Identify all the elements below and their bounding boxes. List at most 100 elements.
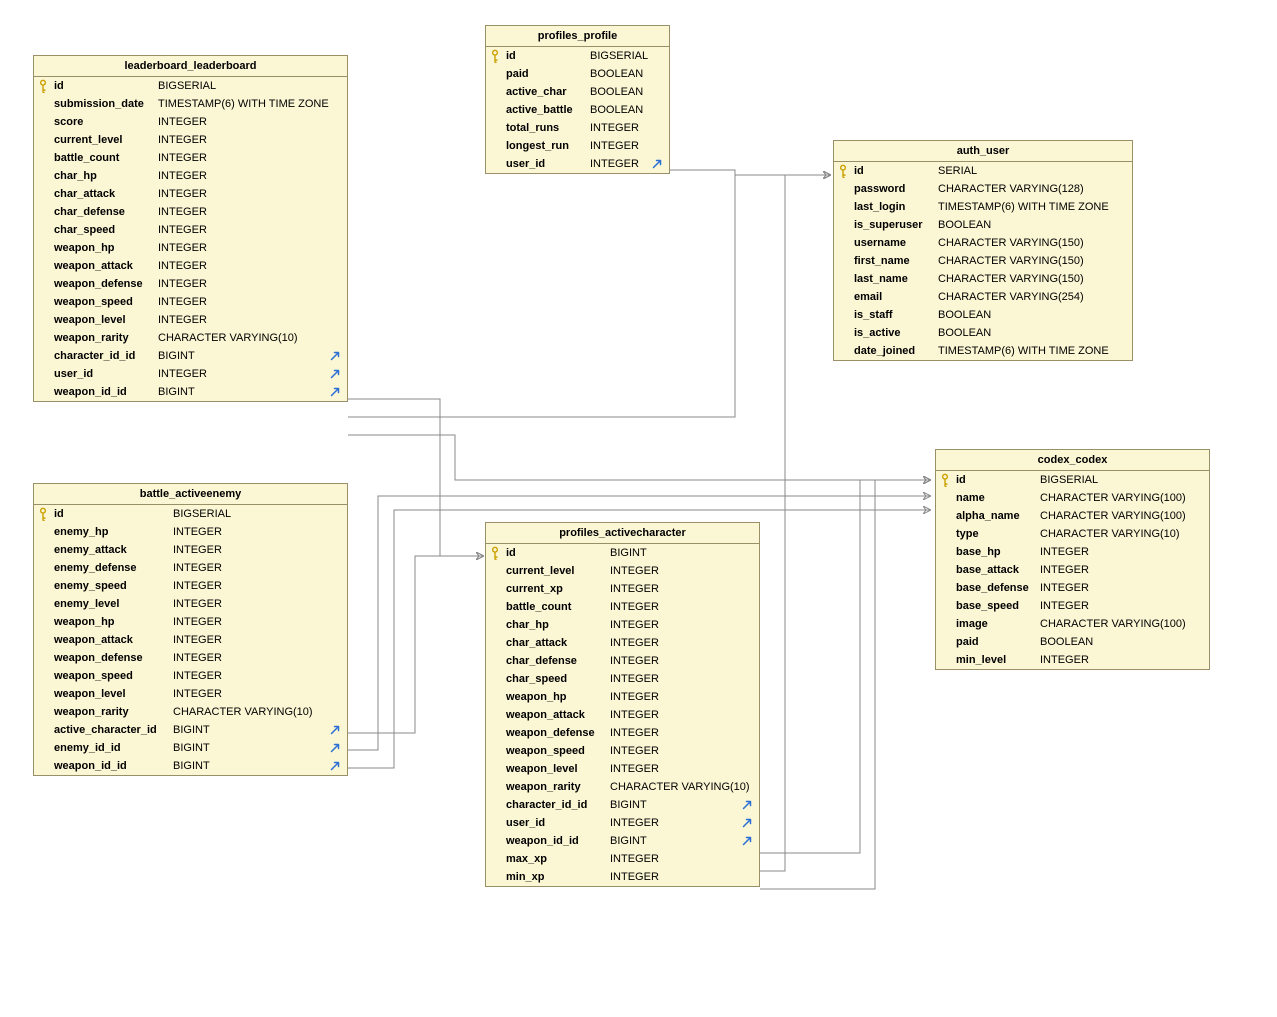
column-type: INTEGER [606,745,659,757]
table-codex_codex[interactable]: codex_codexidBIGSERIALnameCHARACTER VARY… [935,449,1210,670]
column-row[interactable]: enemy_defenseINTEGER [34,559,347,577]
column-row[interactable]: is_superuserBOOLEAN [834,216,1132,234]
column-row[interactable]: idBIGSERIAL [34,77,347,95]
column-row[interactable]: min_levelINTEGER [936,651,1209,669]
column-row[interactable]: weapon_levelINTEGER [34,685,347,703]
column-name: base_hp [954,546,1036,558]
column-row[interactable]: idBIGINT [486,544,759,562]
column-row[interactable]: passwordCHARACTER VARYING(128) [834,180,1132,198]
column-row[interactable]: weapon_attackINTEGER [34,631,347,649]
column-row[interactable]: weapon_defenseINTEGER [34,275,347,293]
column-row[interactable]: longest_runINTEGER [486,137,669,155]
column-row[interactable]: min_xpINTEGER [486,868,759,886]
column-row[interactable]: weapon_id_idBIGINT [34,757,347,775]
column-row[interactable]: active_battleBOOLEAN [486,101,669,119]
column-row[interactable]: char_hpINTEGER [34,167,347,185]
column-row[interactable]: last_nameCHARACTER VARYING(150) [834,270,1132,288]
table-auth_user[interactable]: auth_useridSERIALpasswordCHARACTER VARYI… [833,140,1133,361]
column-type: INTEGER [154,170,207,182]
column-name: weapon_defense [52,652,169,664]
column-row[interactable]: paidBOOLEAN [486,65,669,83]
column-type: BOOLEAN [586,68,643,80]
column-row[interactable]: weapon_attackINTEGER [34,257,347,275]
relationship-line [760,175,830,871]
column-row[interactable]: character_id_idBIGINT [486,796,759,814]
column-row[interactable]: paidBOOLEAN [936,633,1209,651]
column-row[interactable]: weapon_id_idBIGINT [34,383,347,401]
column-row[interactable]: enemy_hpINTEGER [34,523,347,541]
table-leaderboard_leaderboard[interactable]: leaderboard_leaderboardidBIGSERIALsubmis… [33,55,348,402]
column-row[interactable]: char_defenseINTEGER [486,652,759,670]
column-row[interactable]: base_defenseINTEGER [936,579,1209,597]
column-row[interactable]: submission_dateTIMESTAMP(6) WITH TIME ZO… [34,95,347,113]
column-row[interactable]: weapon_speedINTEGER [34,667,347,685]
column-row[interactable]: char_speedINTEGER [486,670,759,688]
column-row[interactable]: weapon_levelINTEGER [486,760,759,778]
column-row[interactable]: imageCHARACTER VARYING(100) [936,615,1209,633]
column-type: BIGINT [606,799,647,811]
column-row[interactable]: weapon_attackINTEGER [486,706,759,724]
column-row[interactable]: idBIGSERIAL [34,505,347,523]
column-row[interactable]: current_levelINTEGER [34,131,347,149]
column-row[interactable]: current_levelINTEGER [486,562,759,580]
column-row[interactable]: user_idINTEGER [34,365,347,383]
column-name: username [852,237,934,249]
column-row[interactable]: enemy_levelINTEGER [34,595,347,613]
column-row[interactable]: weapon_defenseINTEGER [34,649,347,667]
column-row[interactable]: weapon_defenseINTEGER [486,724,759,742]
column-row[interactable]: user_idINTEGER [486,155,669,173]
column-row[interactable]: is_activeBOOLEAN [834,324,1132,342]
column-row[interactable]: base_hpINTEGER [936,543,1209,561]
column-row[interactable]: alpha_nameCHARACTER VARYING(100) [936,507,1209,525]
column-row[interactable]: is_staffBOOLEAN [834,306,1132,324]
column-row[interactable]: char_defenseINTEGER [34,203,347,221]
table-profiles_profile[interactable]: profiles_profileidBIGSERIALpaidBOOLEANac… [485,25,670,174]
column-row[interactable]: weapon_hpINTEGER [486,688,759,706]
column-row[interactable]: battle_countINTEGER [486,598,759,616]
column-row[interactable]: weapon_rarityCHARACTER VARYING(10) [34,329,347,347]
column-row[interactable]: weapon_speedINTEGER [486,742,759,760]
column-row[interactable]: weapon_hpINTEGER [34,239,347,257]
column-row[interactable]: enemy_attackINTEGER [34,541,347,559]
column-row[interactable]: nameCHARACTER VARYING(100) [936,489,1209,507]
column-row[interactable]: weapon_rarityCHARACTER VARYING(10) [486,778,759,796]
column-row[interactable]: emailCHARACTER VARYING(254) [834,288,1132,306]
column-name: paid [954,636,1036,648]
column-row[interactable]: active_character_idBIGINT [34,721,347,739]
column-row[interactable]: usernameCHARACTER VARYING(150) [834,234,1132,252]
column-row[interactable]: battle_countINTEGER [34,149,347,167]
column-row[interactable]: idSERIAL [834,162,1132,180]
column-row[interactable]: weapon_rarityCHARACTER VARYING(10) [34,703,347,721]
column-row[interactable]: total_runsINTEGER [486,119,669,137]
column-row[interactable]: enemy_id_idBIGINT [34,739,347,757]
column-row[interactable]: char_attackINTEGER [34,185,347,203]
column-row[interactable]: char_speedINTEGER [34,221,347,239]
column-row[interactable]: first_nameCHARACTER VARYING(150) [834,252,1132,270]
column-row[interactable]: enemy_speedINTEGER [34,577,347,595]
column-row[interactable]: weapon_levelINTEGER [34,311,347,329]
column-row[interactable]: idBIGSERIAL [936,471,1209,489]
relationship-line [670,170,830,175]
foreign-key-icon [741,817,755,829]
column-row[interactable]: user_idINTEGER [486,814,759,832]
column-row[interactable]: character_id_idBIGINT [34,347,347,365]
column-name: weapon_level [52,688,169,700]
column-row[interactable]: date_joinedTIMESTAMP(6) WITH TIME ZONE [834,342,1132,360]
column-row[interactable]: current_xpINTEGER [486,580,759,598]
column-row[interactable]: char_attackINTEGER [486,634,759,652]
column-row[interactable]: scoreINTEGER [34,113,347,131]
column-row[interactable]: base_speedINTEGER [936,597,1209,615]
column-row[interactable]: typeCHARACTER VARYING(10) [936,525,1209,543]
table-battle_activeenemy[interactable]: battle_activeenemyidBIGSERIALenemy_hpINT… [33,483,348,776]
column-row[interactable]: weapon_hpINTEGER [34,613,347,631]
column-row[interactable]: last_loginTIMESTAMP(6) WITH TIME ZONE [834,198,1132,216]
column-row[interactable]: max_xpINTEGER [486,850,759,868]
column-row[interactable]: active_charBOOLEAN [486,83,669,101]
table-profiles_activecharacter[interactable]: profiles_activecharacteridBIGINTcurrent_… [485,522,760,887]
column-row[interactable]: base_attackINTEGER [936,561,1209,579]
column-row[interactable]: char_hpINTEGER [486,616,759,634]
column-row[interactable]: weapon_speedINTEGER [34,293,347,311]
column-row[interactable]: weapon_id_idBIGINT [486,832,759,850]
foreign-key-icon [329,368,343,380]
column-row[interactable]: idBIGSERIAL [486,47,669,65]
